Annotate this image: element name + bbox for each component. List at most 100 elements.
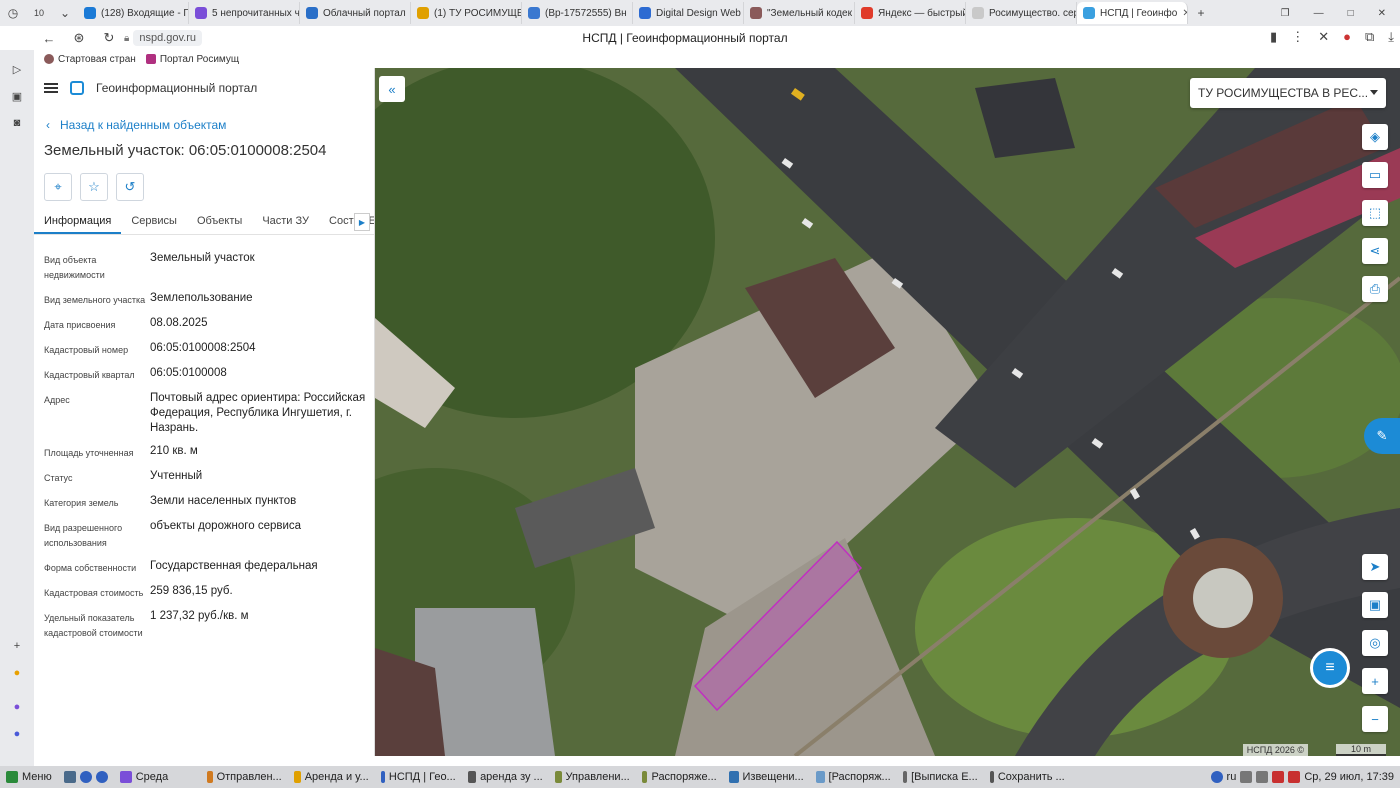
- taskbar-item[interactable]: Извещени...: [723, 766, 810, 788]
- camera-icon[interactable]: ◙: [8, 114, 26, 132]
- locate-icon[interactable]: ⌖: [44, 173, 72, 201]
- property-key: Дата присвоения: [44, 320, 116, 330]
- puzzle-icon[interactable]: ⧉: [1365, 29, 1374, 45]
- taskbar-item[interactable]: [Выписка Е...: [897, 766, 984, 788]
- properties-list: Вид объекта недвижимости Земельный участо…: [34, 251, 374, 641]
- property-row: Категория земель Земли населенных пунктов: [34, 494, 374, 511]
- start-menu-button[interactable]: Меню: [0, 766, 58, 788]
- taskbar-item[interactable]: Сохранить ...: [984, 766, 1071, 788]
- info-tab[interactable]: Части ЗУ: [252, 211, 319, 234]
- tabs-scroll-right-icon[interactable]: ▶: [354, 213, 370, 231]
- bookmark-icon[interactable]: ▮: [1270, 29, 1277, 45]
- profile-icon[interactable]: ●: [1343, 29, 1351, 45]
- browser-tab[interactable]: (128) Входящие - П: [78, 2, 189, 24]
- navigate-icon[interactable]: ➤: [1362, 554, 1388, 580]
- quick-launch[interactable]: [58, 766, 114, 788]
- star-icon[interactable]: ☆: [80, 173, 108, 201]
- taskbar-item[interactable]: Аренда и у...: [288, 766, 375, 788]
- zoom-out-button[interactable]: −: [1362, 706, 1388, 732]
- url-field[interactable]: nspd.gov.ru: [133, 30, 202, 46]
- app-icon: [728, 771, 739, 783]
- add-icon[interactable]: +: [8, 637, 26, 655]
- browser-tab[interactable]: (Вр-17572555) Вн: [522, 2, 633, 24]
- browser-tray-icon[interactable]: [1210, 771, 1223, 783]
- zoom-in-button[interactable]: +: [1362, 668, 1388, 694]
- alice-icon[interactable]: ●: [8, 725, 26, 743]
- volume-icon[interactable]: [1256, 771, 1269, 783]
- tab-favicon-icon: [972, 7, 984, 19]
- maximize-icon[interactable]: □: [1348, 8, 1354, 19]
- help-badge-icon[interactable]: ✎: [1364, 418, 1400, 454]
- window-restore-icon[interactable]: ❐: [1281, 8, 1290, 19]
- browser-tab[interactable]: 5 непрочитанных ч: [189, 2, 300, 24]
- property-row: Удельный показатель кадастровой стоимост…: [34, 609, 374, 641]
- download-icon[interactable]: ⤓: [1388, 29, 1394, 45]
- map-view[interactable]: « ТУ РОСИМУЩЕСТВА В РЕС... ◈ ▭ ⬚ ⋖ ⎙ ✎ ➤…: [375, 68, 1400, 756]
- history-icon[interactable]: ◷: [0, 0, 26, 26]
- tab-favicon-icon: [417, 7, 429, 19]
- more-icon[interactable]: ⋮: [1291, 29, 1304, 45]
- language-indicator[interactable]: ru: [1227, 771, 1237, 783]
- browser-tab[interactable]: Digital Design Web: [633, 2, 744, 24]
- taskbar-item[interactable]: аренда зу ...: [462, 766, 549, 788]
- taskbar-item[interactable]: Распоряже...: [636, 766, 723, 788]
- back-link[interactable]: ‹ Назад к найденным объектам: [46, 118, 374, 132]
- property-key: Форма собственности: [44, 563, 137, 573]
- messenger-icon[interactable]: ●: [8, 698, 26, 716]
- bookmark-item[interactable]: Портал Росимущ: [145, 54, 239, 65]
- clock[interactable]: Ср, 29 июл, 17:39: [1304, 771, 1394, 783]
- taskbar-item[interactable]: НСПД | Гео...: [375, 766, 462, 788]
- property-value: 06:05:0100008: [150, 367, 227, 379]
- select-area-icon[interactable]: ⬚: [1362, 200, 1388, 226]
- back-arrow-icon[interactable]: ←: [34, 31, 64, 46]
- taskbar-item[interactable]: Управлени...: [549, 766, 636, 788]
- minimap-icon[interactable]: ▣: [1362, 592, 1388, 618]
- protect-icon[interactable]: ⊛: [64, 30, 94, 46]
- layer-select[interactable]: ТУ РОСИМУЩЕСТВА В РЕС...: [1190, 78, 1386, 108]
- app-tray-icon[interactable]: [1272, 771, 1285, 783]
- history-icon[interactable]: ↺: [116, 173, 144, 201]
- bookmark-item[interactable]: Стартовая стран: [44, 54, 136, 65]
- chevron-down-icon[interactable]: ⌄: [52, 0, 78, 26]
- extension-icon[interactable]: ✕: [1318, 29, 1329, 45]
- taskbar-item-label: [Выписка Е...: [911, 771, 978, 783]
- print-icon[interactable]: ⎙: [1362, 276, 1388, 302]
- tab-counter[interactable]: 10: [26, 0, 52, 26]
- browser-tab[interactable]: (1) ТУ РОСИМУЩЕ: [411, 2, 522, 24]
- browser-tab[interactable]: НСПД | Геоинфо✕: [1077, 2, 1188, 24]
- app-icon: [902, 771, 908, 783]
- tab-label: НСПД | Геоинфо: [1100, 7, 1178, 19]
- taskbar-item[interactable]: Среда: [114, 766, 201, 788]
- close-icon[interactable]: ✕: [1378, 8, 1386, 19]
- menu-icon[interactable]: [44, 83, 58, 93]
- calendar-icon[interactable]: ▣: [8, 87, 26, 105]
- info-tab[interactable]: Объекты: [187, 211, 252, 234]
- property-key: Статус: [44, 473, 73, 483]
- ruler-icon[interactable]: ▭: [1362, 162, 1388, 188]
- taskbar-item[interactable]: Отправлен...: [201, 766, 288, 788]
- property-row: Форма собственности Государственная федер…: [34, 559, 374, 576]
- layers-icon[interactable]: ◈: [1362, 124, 1388, 150]
- chat-icon[interactable]: ≡: [1310, 648, 1350, 688]
- reload-icon[interactable]: ↻: [94, 30, 124, 46]
- new-tab-icon[interactable]: +: [1188, 0, 1214, 26]
- info-tab[interactable]: Сервисы: [121, 211, 187, 234]
- property-value: Земли населенных пунктов: [150, 495, 297, 507]
- location-icon[interactable]: ◎: [1362, 630, 1388, 656]
- play-icon[interactable]: ▷: [8, 60, 26, 78]
- share-icon[interactable]: ⋖: [1362, 238, 1388, 264]
- minimize-icon[interactable]: —: [1314, 8, 1324, 19]
- property-key: Площадь уточненная: [44, 448, 134, 458]
- mail-icon[interactable]: ●: [8, 664, 26, 682]
- tab-favicon-icon: [861, 7, 873, 19]
- collapse-panel-icon[interactable]: «: [379, 76, 405, 102]
- taskbar-item[interactable]: [Распоряж...: [810, 766, 897, 788]
- network-icon[interactable]: [1240, 771, 1253, 783]
- browser-tab[interactable]: Росимущество. сер: [966, 2, 1077, 24]
- property-value: 06:05:0100008:2504: [150, 342, 256, 354]
- browser-tab[interactable]: Яндекс — быстрый: [855, 2, 966, 24]
- app-tray-icon[interactable]: [1288, 771, 1301, 783]
- browser-tab[interactable]: Облачный портал: [300, 2, 411, 24]
- browser-tab[interactable]: "Земельный кодек: [744, 2, 855, 24]
- info-tab[interactable]: Информация: [34, 211, 122, 234]
